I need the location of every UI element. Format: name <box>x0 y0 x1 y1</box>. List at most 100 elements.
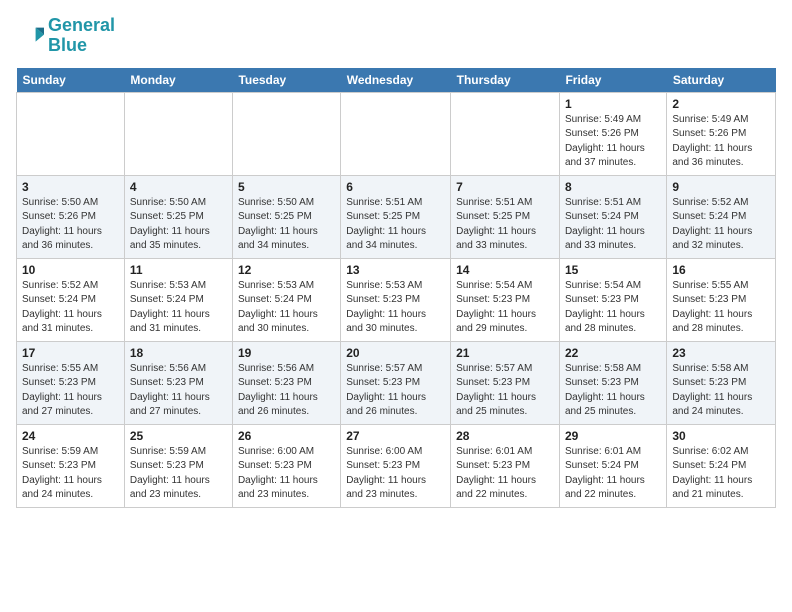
logo: General Blue <box>16 16 115 56</box>
calendar-cell: 4 Sunrise: 5:50 AM Sunset: 5:25 PM Daylig… <box>124 175 232 258</box>
calendar-week-row: 3 Sunrise: 5:50 AM Sunset: 5:26 PM Daylig… <box>17 175 776 258</box>
day-info: Sunrise: 5:56 AM Sunset: 5:23 PM Dayligh… <box>238 362 335 420</box>
calendar-cell: 30Sunrise: 6:02 AM Sunset: 5:24 PM Dayli… <box>667 424 776 507</box>
calendar-cell: 6 Sunrise: 5:51 AM Sunset: 5:25 PM Daylig… <box>341 175 451 258</box>
calendar-cell: 19 Sunrise: 5:56 AM Sunset: 5:23 PM Dayli… <box>232 341 340 424</box>
calendar-cell: 12 Sunrise: 5:53 AM Sunset: 5:24 PM Dayli… <box>232 258 340 341</box>
day-info: Sunrise: 5:53 AM Sunset: 5:23 PM Dayligh… <box>346 279 445 337</box>
day-info: Sunrise: 5:54 AM Sunset: 5:23 PM Dayligh… <box>456 279 554 337</box>
calendar-cell <box>17 92 125 175</box>
day-info: Sunrise: 5:57 AM Sunset: 5:23 PM Dayligh… <box>456 362 554 420</box>
day-number: 13 <box>346 263 445 277</box>
calendar-cell: 13 Sunrise: 5:53 AM Sunset: 5:23 PM Dayli… <box>341 258 451 341</box>
day-info: Sunrise: 5:52 AM Sunset: 5:24 PM Dayligh… <box>672 196 770 254</box>
day-number: 21 <box>456 346 554 360</box>
calendar-cell: 8 Sunrise: 5:51 AM Sunset: 5:24 PM Daylig… <box>559 175 666 258</box>
day-number: 29 <box>565 429 661 443</box>
day-info: Sunrise: 6:02 AM Sunset: 5:24 PM Dayligh… <box>672 445 770 503</box>
day-number: 12 <box>238 263 335 277</box>
day-number: 10 <box>22 263 119 277</box>
calendar-cell: 22 Sunrise: 5:58 AM Sunset: 5:23 PM Dayli… <box>559 341 666 424</box>
day-info: Sunrise: 5:50 AM Sunset: 5:25 PM Dayligh… <box>130 196 227 254</box>
day-info: Sunrise: 5:57 AM Sunset: 5:23 PM Dayligh… <box>346 362 445 420</box>
day-number: 6 <box>346 180 445 194</box>
calendar-cell <box>124 92 232 175</box>
day-info: Sunrise: 5:58 AM Sunset: 5:23 PM Dayligh… <box>565 362 661 420</box>
page-header: General Blue <box>16 16 776 56</box>
logo-icon <box>16 22 44 50</box>
day-number: 27 <box>346 429 445 443</box>
day-info: Sunrise: 5:52 AM Sunset: 5:24 PM Dayligh… <box>22 279 119 337</box>
day-header-saturday: Saturday <box>667 68 776 93</box>
calendar-cell: 27Sunrise: 6:00 AM Sunset: 5:23 PM Dayli… <box>341 424 451 507</box>
day-number: 18 <box>130 346 227 360</box>
calendar-cell: 25 Sunrise: 5:59 AM Sunset: 5:23 PM Dayli… <box>124 424 232 507</box>
day-number: 7 <box>456 180 554 194</box>
day-number: 20 <box>346 346 445 360</box>
day-info: Sunrise: 5:49 AM Sunset: 5:26 PM Dayligh… <box>672 113 770 171</box>
day-number: 2 <box>672 97 770 111</box>
day-info: Sunrise: 5:51 AM Sunset: 5:25 PM Dayligh… <box>456 196 554 254</box>
calendar-week-row: 17 Sunrise: 5:55 AM Sunset: 5:23 PM Dayli… <box>17 341 776 424</box>
day-number: 15 <box>565 263 661 277</box>
calendar-cell: 7 Sunrise: 5:51 AM Sunset: 5:25 PM Daylig… <box>451 175 560 258</box>
calendar-cell: 2 Sunrise: 5:49 AM Sunset: 5:26 PM Daylig… <box>667 92 776 175</box>
day-info: Sunrise: 5:59 AM Sunset: 5:23 PM Dayligh… <box>130 445 227 503</box>
day-info: Sunrise: 5:51 AM Sunset: 5:24 PM Dayligh… <box>565 196 661 254</box>
day-info: Sunrise: 5:54 AM Sunset: 5:23 PM Dayligh… <box>565 279 661 337</box>
calendar-cell: 21 Sunrise: 5:57 AM Sunset: 5:23 PM Dayli… <box>451 341 560 424</box>
day-number: 14 <box>456 263 554 277</box>
day-number: 19 <box>238 346 335 360</box>
calendar-cell <box>232 92 340 175</box>
day-number: 8 <box>565 180 661 194</box>
day-info: Sunrise: 5:49 AM Sunset: 5:26 PM Dayligh… <box>565 113 661 171</box>
day-header-sunday: Sunday <box>17 68 125 93</box>
day-number: 11 <box>130 263 227 277</box>
day-number: 26 <box>238 429 335 443</box>
day-info: Sunrise: 6:01 AM Sunset: 5:24 PM Dayligh… <box>565 445 661 503</box>
calendar-cell: 1 Sunrise: 5:49 AM Sunset: 5:26 PM Daylig… <box>559 92 666 175</box>
day-number: 28 <box>456 429 554 443</box>
calendar-cell: 11Sunrise: 5:53 AM Sunset: 5:24 PM Dayli… <box>124 258 232 341</box>
calendar-cell: 23 Sunrise: 5:58 AM Sunset: 5:23 PM Dayli… <box>667 341 776 424</box>
day-number: 24 <box>22 429 119 443</box>
day-number: 4 <box>130 180 227 194</box>
calendar-cell: 28 Sunrise: 6:01 AM Sunset: 5:23 PM Dayli… <box>451 424 560 507</box>
day-header-monday: Monday <box>124 68 232 93</box>
calendar-cell: 17 Sunrise: 5:55 AM Sunset: 5:23 PM Dayli… <box>17 341 125 424</box>
day-header-wednesday: Wednesday <box>341 68 451 93</box>
day-info: Sunrise: 5:50 AM Sunset: 5:25 PM Dayligh… <box>238 196 335 254</box>
logo-text-blue: Blue <box>48 36 115 56</box>
day-info: Sunrise: 5:53 AM Sunset: 5:24 PM Dayligh… <box>238 279 335 337</box>
logo-text: General <box>48 16 115 36</box>
calendar-week-row: 24 Sunrise: 5:59 AM Sunset: 5:23 PM Dayli… <box>17 424 776 507</box>
day-info: Sunrise: 5:56 AM Sunset: 5:23 PM Dayligh… <box>130 362 227 420</box>
day-info: Sunrise: 5:50 AM Sunset: 5:26 PM Dayligh… <box>22 196 119 254</box>
calendar-cell: 24 Sunrise: 5:59 AM Sunset: 5:23 PM Dayli… <box>17 424 125 507</box>
day-number: 17 <box>22 346 119 360</box>
day-number: 22 <box>565 346 661 360</box>
calendar-cell: 26 Sunrise: 6:00 AM Sunset: 5:23 PM Dayli… <box>232 424 340 507</box>
calendar-week-row: 10 Sunrise: 5:52 AM Sunset: 5:24 PM Dayli… <box>17 258 776 341</box>
day-info: Sunrise: 5:51 AM Sunset: 5:25 PM Dayligh… <box>346 196 445 254</box>
calendar-cell: 20 Sunrise: 5:57 AM Sunset: 5:23 PM Dayli… <box>341 341 451 424</box>
day-number: 23 <box>672 346 770 360</box>
day-number: 9 <box>672 180 770 194</box>
calendar-cell: 10 Sunrise: 5:52 AM Sunset: 5:24 PM Dayli… <box>17 258 125 341</box>
day-number: 1 <box>565 97 661 111</box>
calendar-cell: 3 Sunrise: 5:50 AM Sunset: 5:26 PM Daylig… <box>17 175 125 258</box>
day-info: Sunrise: 6:01 AM Sunset: 5:23 PM Dayligh… <box>456 445 554 503</box>
day-info: Sunrise: 6:00 AM Sunset: 5:23 PM Dayligh… <box>238 445 335 503</box>
day-number: 5 <box>238 180 335 194</box>
day-number: 3 <box>22 180 119 194</box>
day-number: 25 <box>130 429 227 443</box>
calendar-cell <box>341 92 451 175</box>
day-info: Sunrise: 5:59 AM Sunset: 5:23 PM Dayligh… <box>22 445 119 503</box>
day-info: Sunrise: 5:55 AM Sunset: 5:23 PM Dayligh… <box>672 279 770 337</box>
calendar-cell: 29 Sunrise: 6:01 AM Sunset: 5:24 PM Dayli… <box>559 424 666 507</box>
calendar-cell: 16Sunrise: 5:55 AM Sunset: 5:23 PM Dayli… <box>667 258 776 341</box>
day-header-tuesday: Tuesday <box>232 68 340 93</box>
calendar-header-row: SundayMondayTuesdayWednesdayThursdayFrid… <box>17 68 776 93</box>
day-info: Sunrise: 5:55 AM Sunset: 5:23 PM Dayligh… <box>22 362 119 420</box>
day-info: Sunrise: 5:58 AM Sunset: 5:23 PM Dayligh… <box>672 362 770 420</box>
